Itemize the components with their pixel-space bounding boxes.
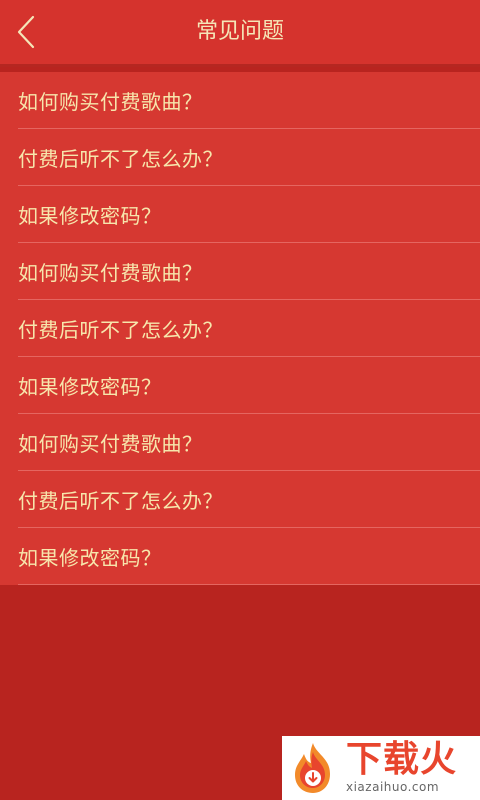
- faq-question: 如果修改密码？: [18, 203, 162, 228]
- watermark-text: 下载火 xiazaihuo.com: [346, 741, 457, 795]
- faq-item[interactable]: 如何购买付费歌曲？: [18, 414, 480, 471]
- faq-item[interactable]: 如果修改密码？: [18, 528, 480, 585]
- faq-question: 如何购买付费歌曲？: [18, 431, 203, 456]
- faq-item[interactable]: 付费后听不了怎么办？: [18, 471, 480, 528]
- watermark-domain: xiazaihuo.com: [346, 780, 440, 794]
- faq-item[interactable]: 付费后听不了怎么办？: [18, 300, 480, 357]
- faq-item[interactable]: 如果修改密码？: [18, 357, 480, 414]
- faq-list: 如何购买付费歌曲？ 付费后听不了怎么办？ 如果修改密码？ 如何购买付费歌曲？ 付…: [0, 72, 480, 585]
- faq-question: 付费后听不了怎么办？: [18, 488, 223, 513]
- faq-question: 付费后听不了怎么办？: [18, 317, 223, 342]
- faq-item[interactable]: 如何购买付费歌曲？: [18, 243, 480, 300]
- faq-question: 如果修改密码？: [18, 545, 162, 570]
- faq-item[interactable]: 如何购买付费歌曲？: [18, 72, 480, 129]
- page-title: 常见问题: [195, 19, 284, 44]
- watermark: 下载火 xiazaihuo.com: [282, 736, 480, 800]
- faq-item[interactable]: 付费后听不了怎么办？: [18, 129, 480, 186]
- faq-question: 如何购买付费歌曲？: [18, 89, 203, 114]
- watermark-brand: 下载火: [346, 739, 458, 780]
- faq-question: 付费后听不了怎么办？: [18, 146, 223, 171]
- app-header: 常见问题: [0, 0, 480, 64]
- faq-question: 如果修改密码？: [18, 374, 162, 399]
- faq-question: 如何购买付费歌曲？: [18, 260, 203, 285]
- flame-logo-icon: [282, 736, 344, 800]
- faq-item[interactable]: 如果修改密码？: [18, 186, 480, 243]
